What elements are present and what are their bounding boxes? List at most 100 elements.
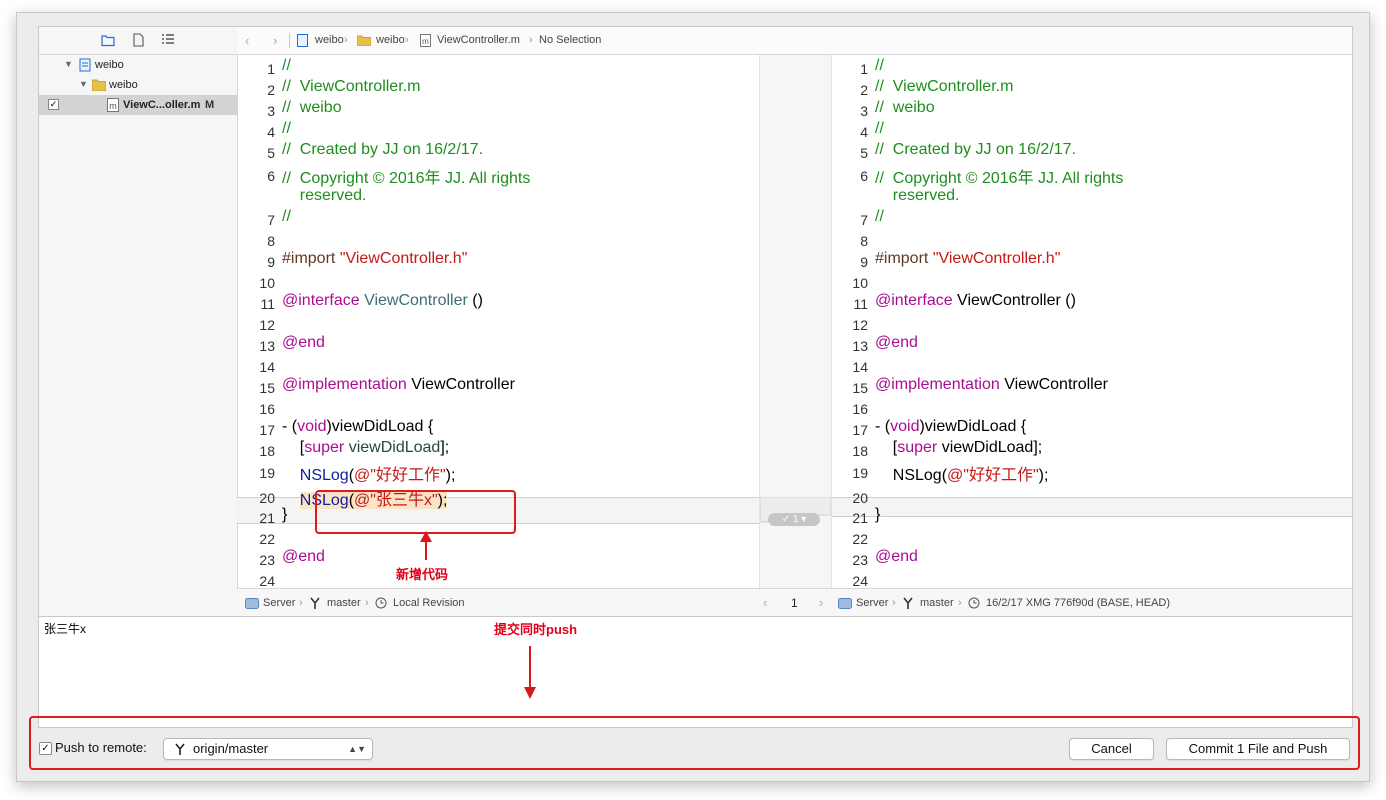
remote-select[interactable]: origin/master ▲▼	[163, 738, 373, 760]
commit-and-push-button[interactable]: Commit 1 File and Push	[1166, 738, 1350, 760]
line-number: 17	[259, 422, 275, 438]
jump-divider	[289, 33, 290, 48]
code-line: - (void)viewDidLoad {	[875, 418, 1027, 435]
file-view-icon[interactable]	[131, 33, 145, 47]
code-line: [super viewDidLoad];	[282, 439, 450, 456]
disclosure-triangle-icon[interactable]: ▼	[79, 79, 88, 89]
line-number: 8	[860, 233, 868, 249]
navigator-toolbar	[39, 27, 237, 55]
code-line: @end	[875, 548, 918, 565]
crumb-project[interactable]: weibo	[315, 27, 344, 54]
code-line: //	[875, 57, 884, 74]
clock-icon	[375, 597, 387, 609]
line-number: 10	[259, 275, 275, 291]
nav-item-selected-row[interactable]: ✓ m ViewC...oller.m M	[39, 95, 237, 115]
chevron-down-icon: ▾	[801, 514, 807, 525]
comparison-panel: ▼ weibo ▼ weibo ✓ m ViewC...oller.m M ‹ …	[38, 26, 1353, 728]
back-arrow-icon[interactable]: ‹	[245, 27, 249, 54]
line-number: 1	[267, 61, 275, 77]
line-number: 21	[852, 510, 868, 526]
file-checkbox[interactable]: ✓	[48, 99, 59, 110]
crumb-group[interactable]: weibo	[376, 27, 405, 54]
branch-icon	[175, 743, 185, 755]
change-toggle[interactable]: ✓ 1 ▾	[768, 513, 820, 526]
svg-text:m: m	[109, 101, 117, 111]
code-line: @implementation ViewController	[875, 376, 1108, 393]
objc-m-file-icon: m	[420, 34, 431, 47]
code-line: - (void)viewDidLoad {	[282, 418, 434, 435]
line-number: 12	[852, 317, 868, 333]
line-number: 18	[259, 443, 275, 459]
check-icon: ✓	[781, 514, 791, 525]
folder-icon	[92, 79, 106, 91]
prev-change-icon[interactable]: ‹	[763, 589, 767, 617]
cancel-button[interactable]: Cancel	[1069, 738, 1154, 760]
line-number: 14	[259, 359, 275, 375]
branch-icon	[310, 597, 320, 609]
select-arrows-icon: ▲▼	[348, 744, 366, 754]
remote-select-value: origin/master	[193, 741, 269, 756]
code-line: // ViewController.m	[875, 78, 1014, 95]
right-revision-label[interactable]: 16/2/17 XMG 776f90d (BASE, HEAD)	[986, 589, 1170, 617]
commit-push-annotation: 提交同时push	[494, 622, 578, 637]
code-line: // Copyright © 2016年 JJ. All rights	[282, 170, 531, 187]
nav-item-project[interactable]: weibo	[95, 55, 124, 75]
list-view-icon[interactable]	[161, 33, 175, 47]
code-line: // weibo	[875, 99, 935, 116]
commit-window: ▼ weibo ▼ weibo ✓ m ViewC...oller.m M ‹ …	[16, 12, 1370, 782]
disclosure-triangle-icon[interactable]: ▼	[64, 59, 73, 69]
line-number: 11	[853, 296, 868, 312]
line-number: 19	[259, 465, 275, 481]
left-server-label[interactable]: Server	[263, 589, 295, 617]
line-number: 15	[852, 380, 868, 396]
push-to-remote-checkbox[interactable]: ✓	[39, 742, 52, 755]
code-line: reserved.	[282, 187, 367, 204]
left-revision-label[interactable]: Local Revision	[393, 589, 465, 617]
line-number: 24	[852, 573, 868, 588]
code-line: NSLog(@"好好工作");	[875, 467, 1049, 484]
line-number: 2	[860, 82, 868, 98]
new-code-annotation: 新增代码	[396, 567, 449, 582]
line-number: 24	[259, 573, 275, 588]
line-number: 18	[852, 443, 868, 459]
code-line: //	[282, 57, 291, 74]
line-number: 22	[852, 531, 868, 547]
new-code-highlight-box	[315, 490, 516, 534]
server-icon	[245, 598, 259, 609]
line-number: 22	[259, 531, 275, 547]
right-branch-label[interactable]: master	[920, 589, 954, 617]
crumb-selection[interactable]: No Selection	[539, 27, 601, 54]
folder-icon	[357, 35, 371, 46]
code-line: //	[282, 120, 291, 137]
code-line: @interface ViewController ()	[875, 292, 1076, 309]
line-number: 6	[860, 168, 868, 184]
crumb-file[interactable]: ViewController.m	[437, 27, 520, 54]
change-page-number: 1	[791, 596, 798, 610]
jump-bar: ‹ › weibo › weibo › m ViewController.m ›…	[237, 27, 1352, 55]
folder-view-icon[interactable]	[101, 33, 115, 47]
line-number: 20	[852, 490, 868, 506]
next-change-icon[interactable]: ›	[819, 589, 823, 617]
right-server-label[interactable]: Server	[856, 589, 888, 617]
left-branch-label[interactable]: master	[327, 589, 361, 617]
line-number: 4	[860, 124, 868, 140]
change-count: 1	[792, 514, 799, 525]
code-line: @end	[282, 334, 325, 351]
commit-message-text[interactable]: 张三牛x	[44, 620, 86, 637]
code-line: @end	[875, 334, 918, 351]
base-revision-pane[interactable]: 1 // 2 // ViewController.m 3 // weibo 4 // 5 // C…	[830, 55, 1352, 588]
chevron-right-icon: ›	[299, 597, 303, 609]
line-number: 4	[267, 124, 275, 140]
code-line: // weibo	[282, 99, 342, 116]
forward-arrow-icon[interactable]: ›	[273, 27, 277, 54]
right-revision-bar: Server › master › 16/2/17 XMG 776f90d (B…	[830, 588, 1352, 617]
commit-message-area[interactable]: 张三牛x 提交同时push	[39, 616, 1352, 727]
code-line: [super viewDidLoad];	[875, 439, 1043, 456]
line-number: 3	[860, 103, 868, 119]
chevron-right-icon: ›	[529, 34, 533, 46]
file-navigator: ▼ weibo ▼ weibo ✓ m ViewC...oller.m M	[39, 27, 238, 616]
nav-item-group[interactable]: weibo	[109, 75, 138, 95]
code-line: // Created by JJ on 16/2/17.	[875, 141, 1077, 158]
code-line: @implementation ViewController	[282, 376, 515, 393]
line-number: 7	[267, 212, 275, 228]
